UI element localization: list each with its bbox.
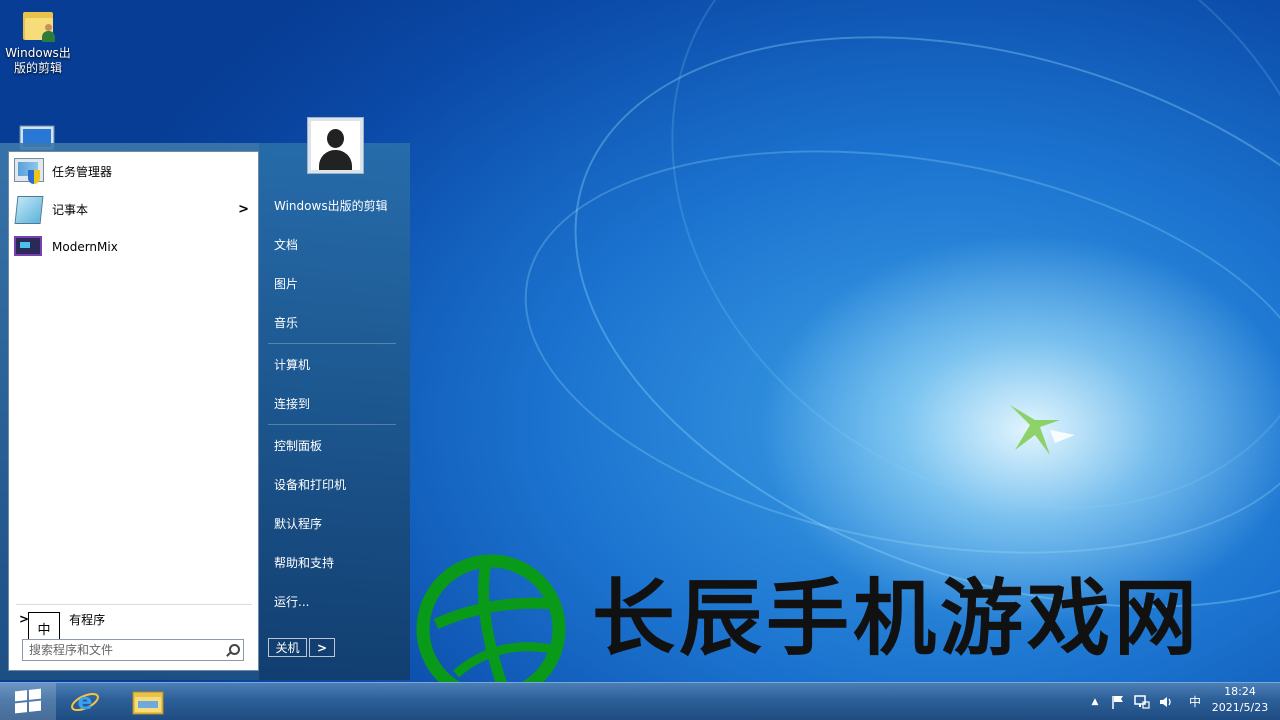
svg-text:e: e	[78, 690, 93, 715]
program-task-manager[interactable]: 任务管理器	[12, 154, 255, 188]
show-hidden-icons-button[interactable]: ▲	[1088, 683, 1102, 720]
search-box[interactable]	[22, 639, 244, 661]
divider	[268, 343, 396, 344]
divider	[16, 604, 252, 605]
desktop-icon-label: Windows出版的剪辑	[5, 46, 71, 75]
network-icon[interactable]	[1134, 694, 1150, 710]
submenu-arrow-icon[interactable]: >	[238, 202, 249, 217]
notepad-icon	[12, 194, 44, 224]
watermark-text: 长辰手机游戏网	[592, 570, 1201, 667]
right-item-help-support[interactable]: 帮助和支持	[274, 554, 334, 571]
clock-time: 18:24	[1224, 685, 1256, 698]
shutdown-options-arrow-icon[interactable]: >	[309, 638, 335, 657]
action-center-flag-icon[interactable]	[1110, 694, 1126, 710]
windows-logo-icon	[15, 688, 41, 715]
desktop-icon-clips-folder[interactable]: Windows出版的剪辑	[0, 8, 76, 76]
shutdown-button[interactable]: 关机	[268, 638, 307, 657]
right-item-music[interactable]: 音乐	[274, 314, 298, 331]
taskbar: e ▲ 中 18:24 2021/5/23	[0, 682, 1280, 720]
right-item-connect-to[interactable]: 连接到	[274, 395, 310, 412]
program-notepad[interactable]: 记事本 >	[12, 192, 255, 226]
right-item-control-panel[interactable]: 控制面板	[274, 437, 322, 454]
program-label: 任务管理器	[52, 164, 113, 179]
all-programs-label: 有程序	[69, 612, 106, 627]
wallpaper-logo-icon	[1010, 405, 1075, 455]
volume-icon[interactable]	[1158, 694, 1174, 710]
clock[interactable]: 18:24 2021/5/23	[1204, 684, 1276, 716]
task-manager-icon	[12, 156, 44, 186]
right-item-devices-printers[interactable]: 设备和打印机	[274, 476, 346, 493]
right-item-default-programs[interactable]: 默认程序	[274, 515, 322, 532]
start-menu: 任务管理器 记事本 > ModernMix > 有程序 中 Windows出版的…	[0, 143, 410, 680]
start-button[interactable]	[0, 683, 56, 720]
program-modernmix[interactable]: ModernMix	[12, 230, 255, 264]
modernmix-icon	[12, 232, 44, 262]
search-input[interactable]	[23, 642, 221, 658]
program-label: 记事本	[52, 202, 89, 217]
divider	[268, 424, 396, 425]
start-menu-programs-pane: 任务管理器 记事本 > ModernMix > 有程序 中	[8, 151, 259, 671]
user-icon	[311, 121, 360, 170]
folder-icon	[21, 8, 55, 42]
file-explorer-icon[interactable]	[132, 689, 164, 715]
right-item-run[interactable]: 运行...	[274, 593, 309, 610]
right-item-pictures[interactable]: 图片	[274, 275, 298, 292]
program-label: ModernMix	[52, 240, 118, 254]
right-item-clips[interactable]: Windows出版的剪辑	[274, 197, 388, 214]
clock-date: 2021/5/23	[1211, 701, 1269, 714]
internet-explorer-icon[interactable]: e	[70, 687, 100, 717]
user-avatar[interactable]	[307, 117, 364, 174]
tray-ime-indicator[interactable]: 中	[1186, 683, 1204, 720]
search-icon[interactable]	[225, 643, 240, 657]
right-item-computer[interactable]: 计算机	[274, 356, 310, 373]
right-item-documents[interactable]: 文档	[274, 236, 298, 253]
shutdown-group: 关机 >	[268, 638, 335, 659]
